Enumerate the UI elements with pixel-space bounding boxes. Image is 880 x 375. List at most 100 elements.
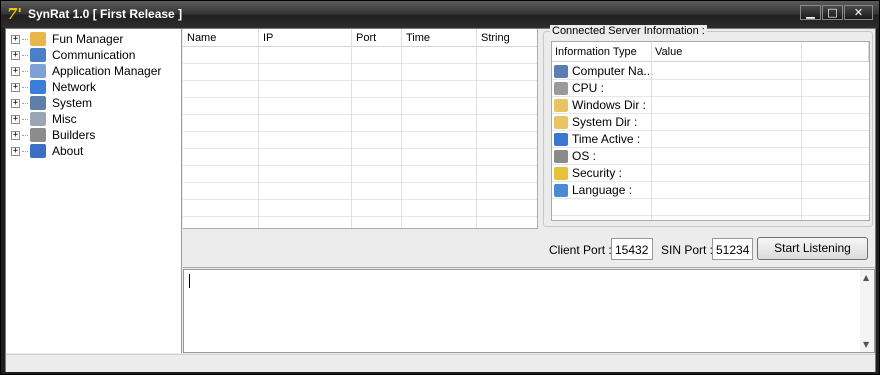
- info-column-header[interactable]: Value: [652, 42, 802, 62]
- info-type-cell: CPU :: [554, 81, 604, 95]
- table-row[interactable]: [183, 132, 537, 149]
- table-row[interactable]: [183, 47, 537, 64]
- clock-icon: [554, 132, 568, 146]
- tree-connector: [22, 134, 28, 136]
- tree-item[interactable]: + Application Manager: [11, 63, 161, 79]
- table-row[interactable]: [183, 98, 537, 115]
- info-row[interactable]: System Dir :: [552, 114, 869, 131]
- computer-icon: [30, 96, 46, 110]
- info-icon: [30, 144, 46, 158]
- grid-line: [351, 29, 352, 228]
- sin-port-label: SIN Port :: [661, 243, 714, 257]
- tree-connector: [22, 70, 28, 72]
- tree-item[interactable]: + Builders: [11, 127, 95, 143]
- info-row[interactable]: [552, 199, 869, 216]
- tree-item[interactable]: + Communication: [11, 47, 135, 63]
- table-row[interactable]: [183, 115, 537, 132]
- network-icon: [30, 80, 46, 94]
- column-header[interactable]: IP: [259, 29, 352, 47]
- column-header[interactable]: Time: [402, 29, 477, 47]
- info-type-label: Language :: [572, 183, 633, 197]
- window-icon: [30, 64, 46, 78]
- folder-icon: [30, 32, 46, 46]
- grid-line: [401, 29, 402, 228]
- maximize-button[interactable]: □: [822, 5, 843, 20]
- port-bar: Client Port : 15432 SIN Port : 51234 Sta…: [183, 230, 875, 268]
- info-type-cell: OS :: [554, 149, 596, 163]
- monitor-icon: [554, 64, 568, 78]
- info-type-cell: Language :: [554, 183, 632, 197]
- column-header[interactable]: Name: [183, 29, 259, 47]
- column-header[interactable]: Port: [352, 29, 402, 47]
- status-bar: [6, 354, 875, 372]
- window-title: SynRat 1.0 [ First Release ]: [28, 7, 183, 21]
- table-row[interactable]: [183, 149, 537, 166]
- info-row[interactable]: Computer Na...: [552, 63, 869, 80]
- info-type-label: Time Active :: [572, 132, 641, 146]
- table-row[interactable]: [183, 64, 537, 81]
- tree-item-label: Communication: [52, 48, 136, 62]
- grid-line: [258, 29, 259, 228]
- scroll-down-icon[interactable]: ▼: [863, 340, 869, 349]
- expand-icon[interactable]: +: [11, 34, 20, 44]
- info-type-label: Windows Dir :: [572, 98, 647, 112]
- expand-icon[interactable]: +: [11, 82, 20, 92]
- expand-icon[interactable]: +: [11, 130, 20, 140]
- table-row[interactable]: [183, 200, 537, 217]
- info-row[interactable]: OS :: [552, 148, 869, 165]
- tree-item[interactable]: + About: [11, 143, 83, 159]
- app-logo-icon: 7': [7, 5, 23, 23]
- tree-connector: [22, 54, 28, 56]
- info-row[interactable]: Time Active :: [552, 131, 869, 148]
- info-row[interactable]: Windows Dir :: [552, 97, 869, 114]
- table-row[interactable]: [183, 183, 537, 200]
- expand-icon[interactable]: +: [11, 114, 20, 124]
- tree-connector: [22, 118, 28, 120]
- tree-item[interactable]: + Network: [11, 79, 96, 95]
- start-listening-button[interactable]: Start Listening: [757, 237, 868, 260]
- expand-icon[interactable]: +: [11, 98, 20, 108]
- tree-item[interactable]: + Fun Manager: [11, 31, 123, 47]
- tree-item-label: About: [52, 144, 84, 158]
- table-row[interactable]: [183, 166, 537, 183]
- tree-item-label: Builders: [52, 128, 96, 142]
- tree-connector: [22, 38, 28, 40]
- client-area: + Fun Manager + Communication + Application M…: [5, 25, 876, 372]
- expand-icon[interactable]: +: [11, 50, 20, 60]
- expand-icon[interactable]: +: [11, 146, 20, 156]
- info-row[interactable]: Language :: [552, 182, 869, 199]
- tree-item[interactable]: + Misc: [11, 111, 77, 127]
- expand-icon[interactable]: +: [11, 66, 20, 76]
- info-type-label: CPU :: [572, 81, 605, 95]
- client-port-input[interactable]: 15432: [611, 238, 653, 260]
- info-row[interactable]: CPU :: [552, 80, 869, 97]
- server-info-legend: Connected Server Information :: [550, 25, 707, 37]
- log-scrollbar[interactable]: ▲ ▼: [860, 270, 874, 352]
- gear-icon: [30, 128, 46, 142]
- sin-port-input[interactable]: 51234: [712, 238, 753, 260]
- column-header[interactable]: String: [477, 29, 537, 47]
- info-type-cell: System Dir :: [554, 115, 637, 129]
- server-info-table[interactable]: Information Type Value Computer Na... CPU :…: [551, 41, 870, 221]
- info-row[interactable]: Security :: [552, 165, 869, 182]
- shield-icon: [554, 166, 568, 180]
- tree-item-label: Application Manager: [52, 64, 162, 78]
- title-bar[interactable]: 7' SynRat 1.0 [ First Release ] ▁ □ ✕: [1, 1, 879, 28]
- tree-connector: [22, 86, 28, 88]
- feature-tree: + Fun Manager + Communication + Application M…: [6, 29, 182, 353]
- clients-table[interactable]: Name IP Port Time String: [183, 29, 538, 229]
- close-button[interactable]: ✕: [844, 5, 873, 20]
- tree-connector: [22, 102, 28, 104]
- info-type-label: Security :: [572, 166, 623, 180]
- info-column-header[interactable]: Information Type: [552, 42, 652, 62]
- table-row[interactable]: [183, 217, 537, 228]
- grid-line: [801, 42, 802, 220]
- minimize-button[interactable]: ▁: [800, 5, 821, 20]
- tree-item[interactable]: + System: [11, 95, 92, 111]
- misc-icon: [30, 112, 46, 126]
- scroll-up-icon[interactable]: ▲: [863, 273, 869, 282]
- log-textbox[interactable]: ▲ ▼: [183, 269, 875, 353]
- main-window: 7' SynRat 1.0 [ First Release ] ▁ □ ✕ + F…: [0, 0, 880, 375]
- table-row[interactable]: [183, 81, 537, 98]
- client-port-label: Client Port :: [549, 243, 612, 257]
